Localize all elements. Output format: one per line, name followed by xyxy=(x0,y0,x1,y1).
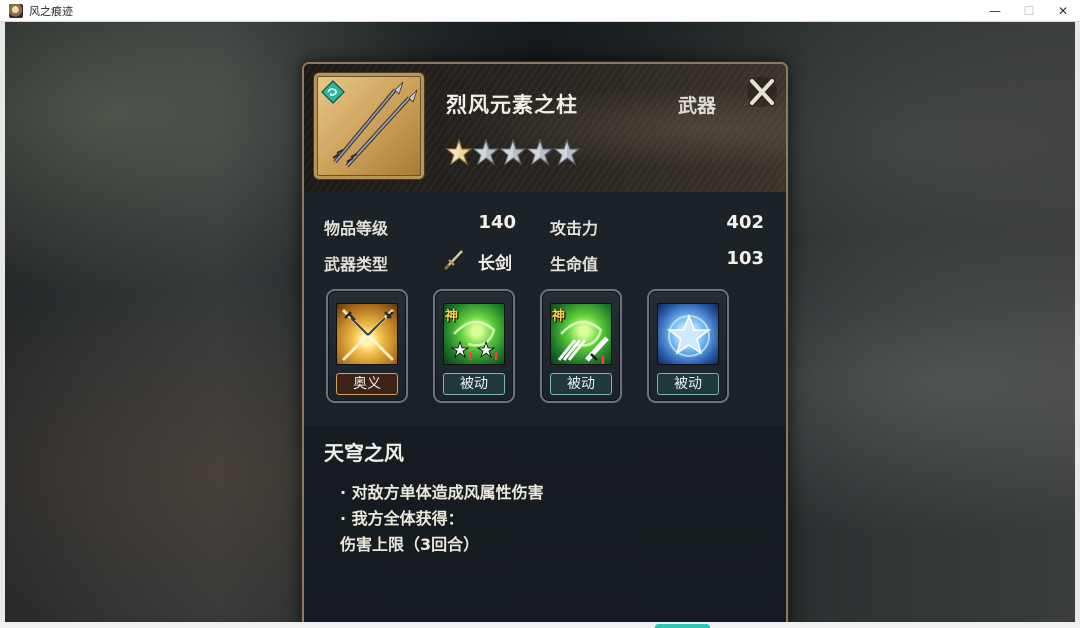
rarity-stars xyxy=(446,139,580,165)
skill-tag: 被动 xyxy=(443,373,505,395)
god-badge: 神 xyxy=(445,309,459,324)
crossed-swords-icon xyxy=(336,303,398,365)
skill-slot-ultimate[interactable]: 奥义 xyxy=(326,289,408,403)
window-controls: — ☐ ✕ xyxy=(978,0,1080,22)
item-category: 武器 xyxy=(678,95,717,117)
skill-description: 天穹之风 · 对敌方单体造成风属性伤害 · 我方全体获得： 伤害上限（3回合） xyxy=(304,426,786,624)
stat-value-level: 140 xyxy=(478,212,516,233)
ice-star-icon xyxy=(657,303,719,365)
star-empty-icon xyxy=(527,139,553,165)
stat-label-level: 物品等级 xyxy=(324,219,389,238)
item-detail-panel: 烈风元素之柱 武器 物品等级 140 攻击力 402 武器类型 长剑 生命值 1… xyxy=(302,62,788,624)
sword-icon xyxy=(443,250,463,271)
god-badge: 神 xyxy=(552,309,566,324)
taskbar-strip xyxy=(0,622,1080,628)
skill-slot-passive-1[interactable]: 神 被动 xyxy=(433,289,515,403)
maximize-button[interactable]: ☐ xyxy=(1012,0,1046,22)
stat-value-hp: 103 xyxy=(726,248,764,269)
item-name: 烈风元素之柱 xyxy=(446,93,578,117)
item-thumbnail xyxy=(314,73,424,179)
skill-tag: 奥义 xyxy=(336,373,398,395)
stat-label-hp: 生命值 xyxy=(550,255,599,274)
wind-blade-icon: 神 xyxy=(550,303,612,365)
skill-effect-line: · 我方全体获得： xyxy=(340,509,464,528)
app-icon xyxy=(9,3,23,18)
window-title: 风之痕迹 xyxy=(29,4,73,18)
star-empty-icon xyxy=(500,139,526,165)
star-empty-icon xyxy=(554,139,580,165)
skill-tag: 被动 xyxy=(550,373,612,395)
wind-spark-icon: 神 xyxy=(443,303,505,365)
skill-slot-passive-2[interactable]: 神 被动 xyxy=(540,289,622,403)
window-titlebar: 风之痕迹 — ☐ ✕ xyxy=(0,0,1080,22)
close-icon xyxy=(747,77,777,107)
close-window-button[interactable]: ✕ xyxy=(1046,0,1080,22)
skill-list: 奥义 神 被动 神 被动 被动 xyxy=(326,289,766,404)
skill-tag: 被动 xyxy=(657,373,719,395)
close-panel-button[interactable] xyxy=(742,72,782,112)
skill-effect-line: · 对敌方单体造成风属性伤害 xyxy=(340,483,544,502)
item-header: 烈风元素之柱 武器 xyxy=(304,64,786,192)
skill-title: 天穹之风 xyxy=(324,441,404,465)
skill-effect-line: 伤害上限（3回合） xyxy=(340,535,480,554)
star-empty-icon xyxy=(473,139,499,165)
stat-label-weapon-type: 武器类型 xyxy=(324,255,389,274)
stat-value-weapon-type: 长剑 xyxy=(478,254,512,274)
accent-tab xyxy=(655,624,710,628)
twin-spear-icon xyxy=(332,81,418,168)
game-viewport: 烈风元素之柱 武器 物品等级 140 攻击力 402 武器类型 长剑 生命值 1… xyxy=(5,22,1075,624)
stat-value-attack: 402 xyxy=(726,212,764,233)
skill-slot-passive-3[interactable]: 被动 xyxy=(647,289,729,403)
stat-label-attack: 攻击力 xyxy=(550,219,599,238)
star-filled-icon xyxy=(446,139,472,165)
minimize-button[interactable]: — xyxy=(978,0,1012,22)
